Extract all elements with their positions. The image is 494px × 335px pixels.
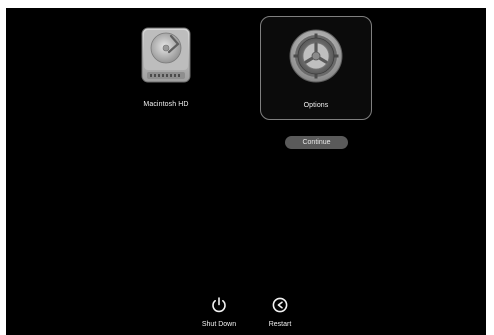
shutdown-label: Shut Down [201,321,237,328]
shutdown-button[interactable]: Shut Down [189,295,249,335]
startup-options-screen: Macintosh HD Options Continue Shut Down … [0,0,494,335]
volume-label: Options [303,102,329,109]
gear-icon [288,28,344,89]
volume-options[interactable]: Options [260,16,372,120]
restart-label: Restart [268,321,292,328]
right-border [486,0,494,335]
volume-macintosh-hd[interactable]: Macintosh HD [110,16,222,120]
restart-button[interactable]: Restart [250,295,310,335]
hard-drive-icon [138,26,194,91]
left-border [0,0,6,335]
power-icon [210,296,228,319]
volume-label: Macintosh HD [143,101,189,108]
top-border [0,0,494,8]
restart-icon [271,296,289,319]
continue-button[interactable]: Continue [285,136,348,149]
